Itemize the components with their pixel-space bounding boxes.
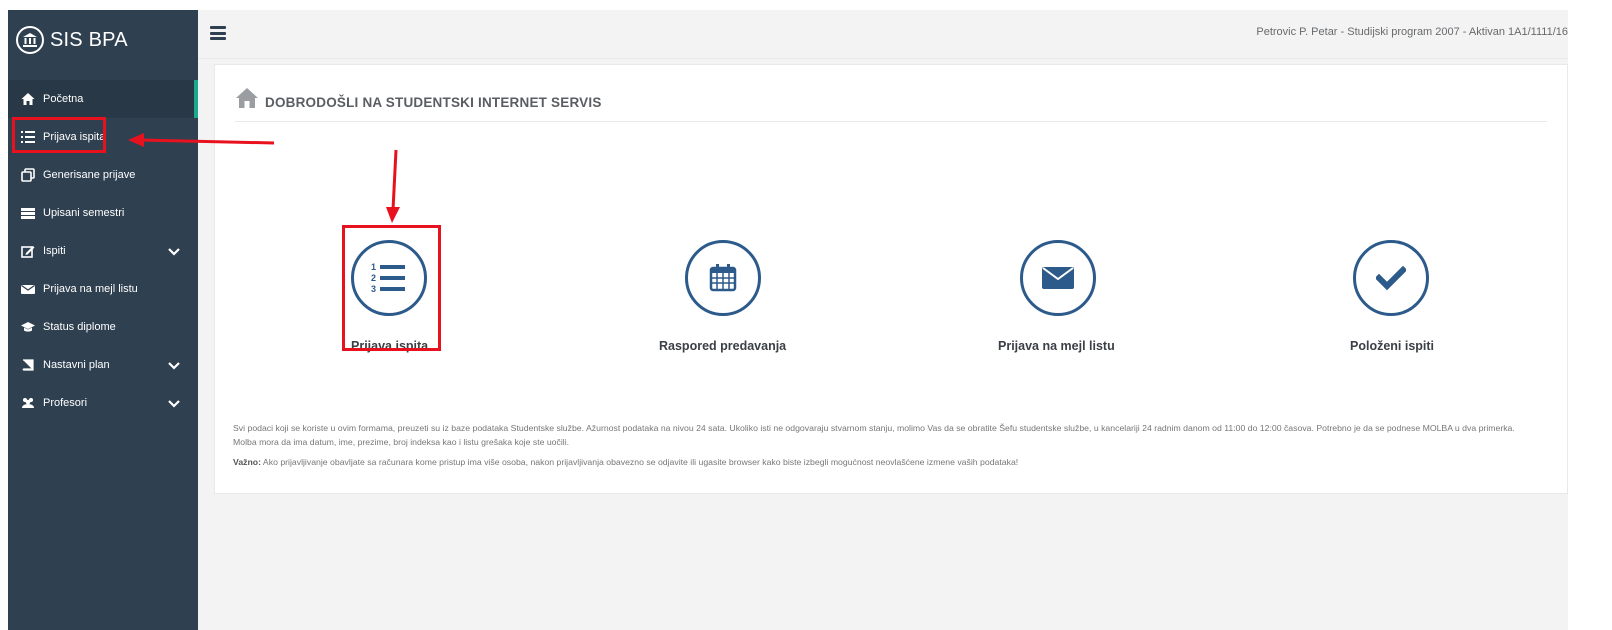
- edit-icon: [20, 244, 36, 258]
- brand-title: SIS BPA: [50, 28, 128, 51]
- sidebar-item-label: Početna: [43, 93, 84, 105]
- sidebar-item-upisani-semestri[interactable]: Upisani semestri: [8, 194, 198, 232]
- sidebar-item-profesori[interactable]: Profesori: [8, 384, 198, 422]
- tile-label[interactable]: Prijava na mejl listu: [998, 339, 1115, 353]
- home-icon: [20, 92, 36, 106]
- sidebar: SIS BPA Početna Prijava ispita Generisan…: [8, 10, 198, 630]
- sidebar-item-pocetna[interactable]: Početna: [8, 80, 198, 118]
- chevron-down-icon[interactable]: [168, 397, 180, 409]
- brand[interactable]: SIS BPA: [8, 10, 198, 70]
- graduation-cap-icon: [20, 320, 36, 334]
- panel-header: DOBRODOŠLI NA STUDENTSKI INTERNET SERVIS: [235, 87, 1547, 122]
- sidebar-item-status-diplome[interactable]: Status diplome: [8, 308, 198, 346]
- sidebar-item-label: Prijava na mejl listu: [43, 283, 138, 295]
- book-icon: [20, 358, 36, 372]
- warning-label: Važno:: [233, 457, 261, 467]
- sidebar-item-label: Upisani semestri: [43, 207, 125, 219]
- page-title: DOBRODOŠLI NA STUDENTSKI INTERNET SERVIS: [265, 95, 602, 110]
- info-notice: Svi podaci koji se koriste u ovim formam…: [233, 421, 1533, 475]
- sidebar-item-mejl-lista[interactable]: Prijava na mejl listu: [8, 270, 198, 308]
- envelope-icon[interactable]: [1020, 240, 1096, 316]
- sidebar-item-nastavni-plan[interactable]: Nastavni plan: [8, 346, 198, 384]
- sidebar-item-label: Generisane prijave: [43, 169, 136, 181]
- sidebar-item-label: Nastavni plan: [43, 359, 110, 371]
- sidebar-item-label: Ispiti: [43, 245, 66, 257]
- copy-icon: [20, 168, 36, 182]
- calendar-icon[interactable]: [685, 240, 761, 316]
- storage-icon: [20, 206, 36, 220]
- sidebar-item-label: Status diplome: [43, 321, 116, 333]
- app-window: SIS BPA Početna Prijava ispita Generisan…: [8, 10, 1568, 630]
- sidebar-item-label: Profesori: [43, 397, 88, 409]
- institution-icon: [16, 26, 44, 54]
- sidebar-item-generisane-prijave[interactable]: Generisane prijave: [8, 156, 198, 194]
- menu-toggle-icon[interactable]: [210, 26, 226, 40]
- highlight-box-tile: [342, 225, 441, 351]
- tile-label[interactable]: Raspored predavanja: [659, 339, 786, 353]
- highlight-box-sidebar: [12, 117, 106, 153]
- check-icon[interactable]: [1353, 240, 1429, 316]
- users-icon: [20, 396, 36, 410]
- warning-text: Važno: Ako prijavljivanje obavljate sa r…: [233, 455, 1533, 469]
- topbar: Petrovic P. Petar - Studijski program 20…: [198, 10, 1568, 59]
- warning-body: Ako prijavljivanje obavljate sa računara…: [261, 457, 1019, 467]
- envelope-icon: [20, 282, 36, 296]
- chevron-down-icon[interactable]: [168, 245, 180, 257]
- info-text: Svi podaci koji se koriste u ovim formam…: [233, 423, 1515, 447]
- chevron-down-icon[interactable]: [168, 359, 180, 371]
- home-icon: [236, 88, 258, 108]
- user-info: Petrovic P. Petar - Studijski program 20…: [1256, 26, 1568, 38]
- sidebar-item-ispiti[interactable]: Ispiti: [8, 232, 198, 270]
- tile-label[interactable]: Položeni ispiti: [1350, 339, 1434, 353]
